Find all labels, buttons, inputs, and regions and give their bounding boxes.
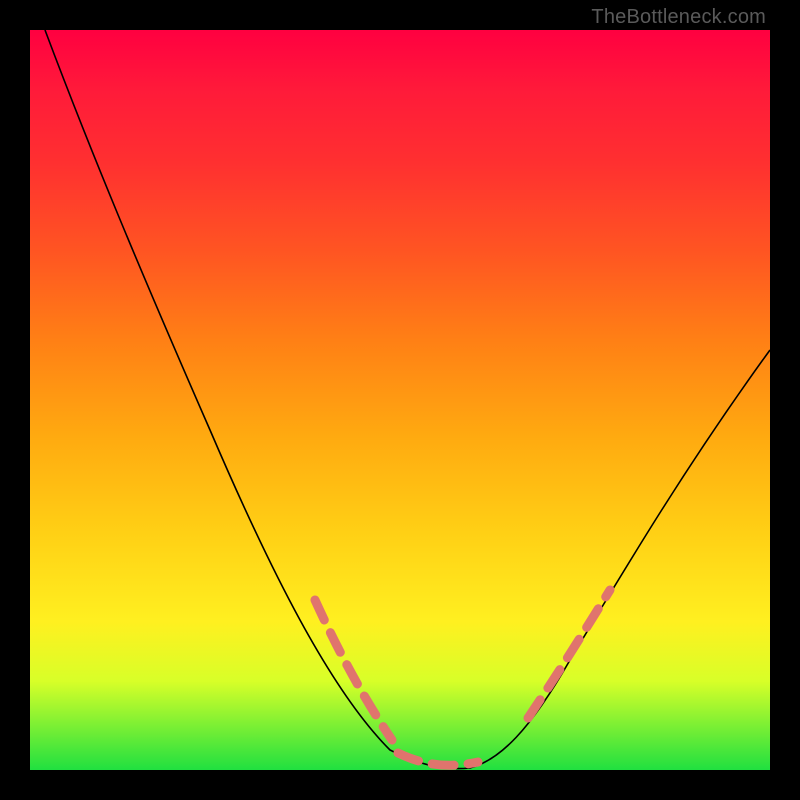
dash-left-descent [315,600,392,740]
dash-valley-bottom [398,753,478,765]
dash-right-ascent [528,590,610,718]
bottleneck-curve-svg [30,30,770,770]
watermark-text: TheBottleneck.com [591,6,766,29]
chart-frame: TheBottleneck.com [0,0,800,800]
bottleneck-curve-path [45,30,770,769]
